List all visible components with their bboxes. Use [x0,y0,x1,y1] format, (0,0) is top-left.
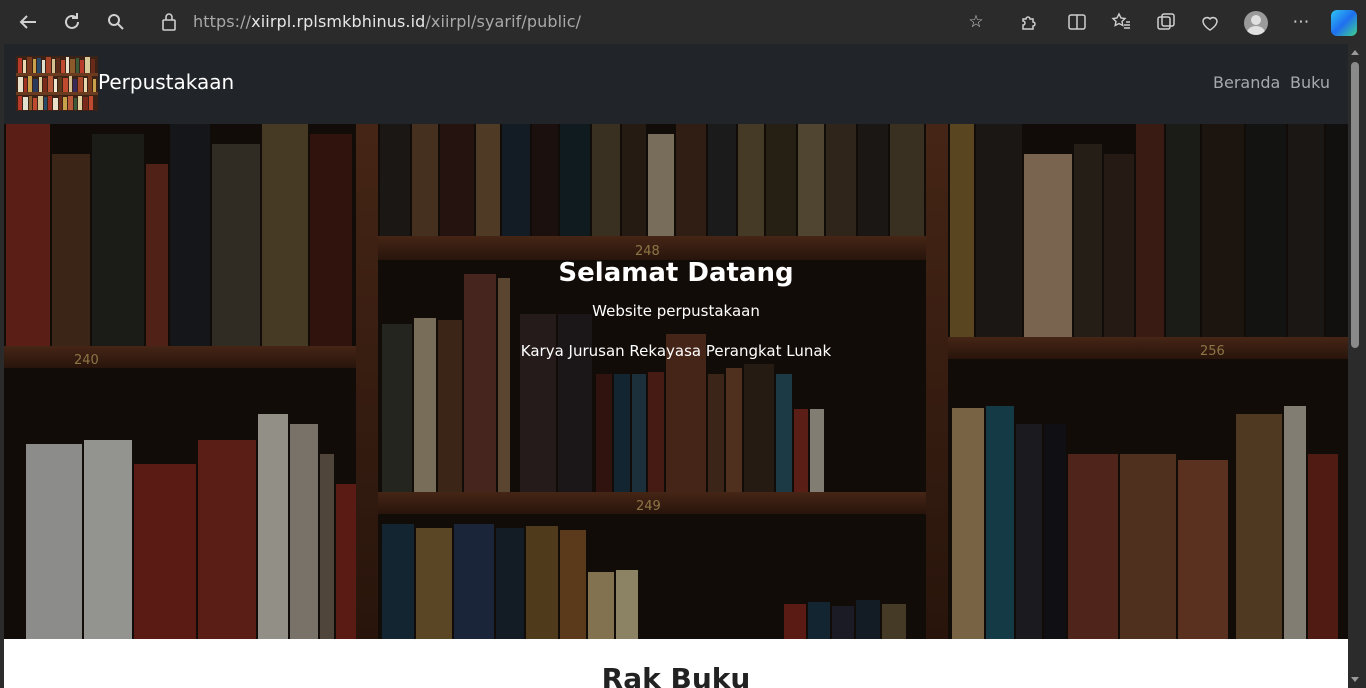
section-title: Rak Buku [601,662,751,688]
collections-icon[interactable] [1155,11,1177,33]
hero-overlay [4,124,1348,639]
favorite-star-icon[interactable]: ☆ [965,11,987,33]
lock-icon[interactable] [162,13,176,31]
profile-avatar[interactable] [1244,11,1268,35]
hero-subtitle: Website perpustakaan [592,302,760,320]
scroll-thumb[interactable] [1351,62,1359,348]
refresh-icon[interactable] [60,10,84,34]
hero-title: Selamat Datang [558,258,794,288]
page-scrollbar[interactable] [1348,44,1362,688]
favorites-icon[interactable] [1110,11,1132,33]
search-icon[interactable] [104,10,128,34]
site-brand[interactable]: Perpustakaan [98,70,234,94]
nav-link-buku[interactable]: Buku [1290,73,1330,92]
url-path: /xiirpl/syarif/public/ [425,12,582,31]
url-scheme: https:// [193,12,252,31]
library-logo[interactable] [16,56,98,111]
scroll-up-icon[interactable] [1351,50,1359,55]
address-bar[interactable]: https://xiirpl.rplsmkbhinus.id/xiirpl/sy… [193,12,581,31]
url-host: xiirpl.rplsmkbhinus.id [251,12,426,31]
browser-essentials-icon[interactable] [1199,11,1221,33]
extensions-icon[interactable] [1018,11,1040,33]
scroll-down-icon[interactable] [1351,677,1359,682]
site-navbar: Perpustakaan Beranda Buku [4,44,1348,124]
more-options-icon[interactable]: ⋯ [1290,11,1312,33]
page-viewport: Perpustakaan Beranda Buku 248 240 256 24… [4,44,1348,688]
browser-toolbar: https://xiirpl.rplsmkbhinus.id/xiirpl/sy… [0,0,1366,44]
copilot-icon[interactable] [1331,10,1357,36]
hero-banner: 248 240 256 249 Selamat Datang Website p… [4,124,1348,639]
back-icon[interactable] [16,10,40,34]
split-screen-icon[interactable] [1066,11,1088,33]
nav-link-beranda[interactable]: Beranda [1213,73,1280,92]
hero-credit: Karya Jurusan Rekayasa Perangkat Lunak [520,342,832,360]
